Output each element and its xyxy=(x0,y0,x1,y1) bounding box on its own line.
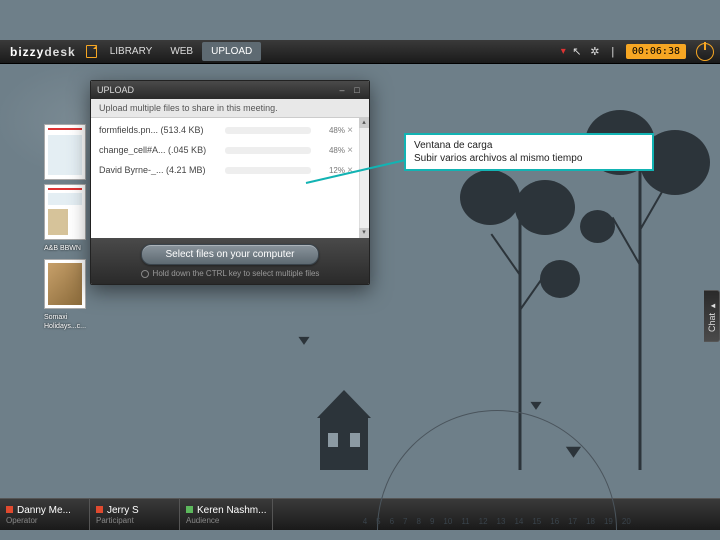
dial-tick: 17 xyxy=(568,517,577,526)
annotation-text: Ventana de carga xyxy=(414,139,644,152)
upload-file-name: formfields.pn... (513.4 KB) xyxy=(99,125,219,135)
chat-tab[interactable]: Chat ▸ xyxy=(704,290,720,342)
participant-role: Operator xyxy=(6,516,83,525)
status-dot-icon xyxy=(96,506,103,513)
dial-tick: 7 xyxy=(403,517,407,526)
window-minimize-icon[interactable]: – xyxy=(336,85,348,95)
brand-text: desk xyxy=(44,45,75,59)
dial-tick: 20 xyxy=(622,517,631,526)
power-button[interactable] xyxy=(696,43,714,61)
radio-icon xyxy=(141,270,149,278)
annotation-text: Subir varios archivos al mismo tiempo xyxy=(414,152,644,165)
cancel-upload-icon[interactable]: × xyxy=(345,145,355,156)
scrollbar[interactable]: ▴ ▾ xyxy=(359,118,369,238)
upload-hint: Hold down the CTRL key to select multipl… xyxy=(97,269,363,278)
cursor-icon[interactable]: ↖ xyxy=(568,45,586,58)
thumbnail-label: A&B BBWN xyxy=(44,244,88,253)
participant-tile[interactable]: Keren Nashm...Audience xyxy=(180,499,273,530)
dial-tick: 16 xyxy=(550,517,559,526)
participant-tile[interactable]: Danny Me...Operator xyxy=(0,499,90,530)
settings-icon[interactable]: ✲ xyxy=(586,45,604,58)
scroll-down-icon[interactable]: ▾ xyxy=(359,228,369,238)
upload-footer: Select files on your computer Hold down … xyxy=(91,238,369,284)
dial-tick: 19 xyxy=(604,517,613,526)
nav-web[interactable]: WEB xyxy=(161,42,202,61)
window-close-icon[interactable]: □ xyxy=(351,85,363,95)
upload-progress-bar xyxy=(225,167,311,174)
cancel-upload-icon[interactable]: × xyxy=(345,125,355,136)
status-dot-icon xyxy=(186,506,193,513)
dial-tick: 5 xyxy=(376,517,380,526)
participant-tile[interactable]: Jerry SParticipant xyxy=(90,499,180,530)
wallpaper-bird: ▾ xyxy=(298,330,309,350)
dial-tick: 12 xyxy=(479,517,488,526)
wallpaper-bird: ▾ xyxy=(530,395,541,415)
top-toolbar: bizzydesk LIBRARY WEB UPLOAD ▾ ↖ ✲ | 00:… xyxy=(0,40,720,64)
wallpaper-house xyxy=(320,390,368,470)
upload-window-titlebar[interactable]: UPLOAD – □ xyxy=(91,81,369,99)
upload-file-row: formfields.pn... (513.4 KB) 48%× xyxy=(91,120,369,140)
dial-tick: 11 xyxy=(461,517,469,526)
dial-tick: 6 xyxy=(390,517,394,526)
upload-subtitle: Upload multiple files to share in this m… xyxy=(91,99,369,118)
dial-tick: 8 xyxy=(417,517,421,526)
upload-progress-bar xyxy=(225,147,311,154)
caret-icon: ▾ xyxy=(561,46,566,57)
dial-tick: 18 xyxy=(586,517,595,526)
upload-window: UPLOAD – □ Upload multiple files to shar… xyxy=(90,80,370,285)
divider-icon: | xyxy=(604,46,622,58)
nav-library[interactable]: LIBRARY xyxy=(101,42,162,61)
dial-tick: 10 xyxy=(443,517,452,526)
slide-thumbnail[interactable] xyxy=(44,184,86,240)
brand-text: bizzy xyxy=(10,45,44,59)
dial-tick: 15 xyxy=(532,517,541,526)
dial-tick: 14 xyxy=(514,517,523,526)
dial-tick: 9 xyxy=(430,517,434,526)
timeline-dial[interactable]: 45 67 89 10 11 12 13 14 15 16 17 18 19 20 xyxy=(273,499,720,530)
participant-role: Participant xyxy=(96,516,173,525)
upload-file-name: change_cell#A... (.045 KB) xyxy=(99,145,219,155)
status-dot-icon xyxy=(6,506,13,513)
dial-tick: 4 xyxy=(363,517,367,526)
nav-upload[interactable]: UPLOAD xyxy=(202,42,261,61)
bottom-taskbar: Danny Me...OperatorJerry SParticipantKer… xyxy=(0,498,720,530)
slide-thumbnail[interactable] xyxy=(44,259,86,309)
upload-file-name: David Byrne-_... (4.21 MB) xyxy=(99,165,219,175)
session-clock: 00:06:38 xyxy=(626,44,686,59)
upload-progress-bar xyxy=(225,127,311,134)
upload-percent: 48% xyxy=(317,126,345,135)
dial-tick: 13 xyxy=(497,517,506,526)
upload-percent: 48% xyxy=(317,146,345,155)
select-files-button[interactable]: Select files on your computer xyxy=(141,244,320,265)
thumbnail-sidebar: A&B BBWN Somaxi Holidays...c... xyxy=(44,124,88,337)
thumbnail-label: Somaxi Holidays...c... xyxy=(44,313,88,331)
file-icon xyxy=(86,45,97,58)
upload-window-title: UPLOAD xyxy=(97,85,134,95)
slide-thumbnail[interactable] xyxy=(44,124,86,180)
brand-logo: bizzydesk xyxy=(0,45,86,59)
scroll-up-icon[interactable]: ▴ xyxy=(359,118,369,128)
annotation-callout: Ventana de carga Subir varios archivos a… xyxy=(404,133,654,171)
upload-file-row: change_cell#A... (.045 KB) 48%× xyxy=(91,140,369,160)
participant-role: Audience xyxy=(186,516,266,525)
